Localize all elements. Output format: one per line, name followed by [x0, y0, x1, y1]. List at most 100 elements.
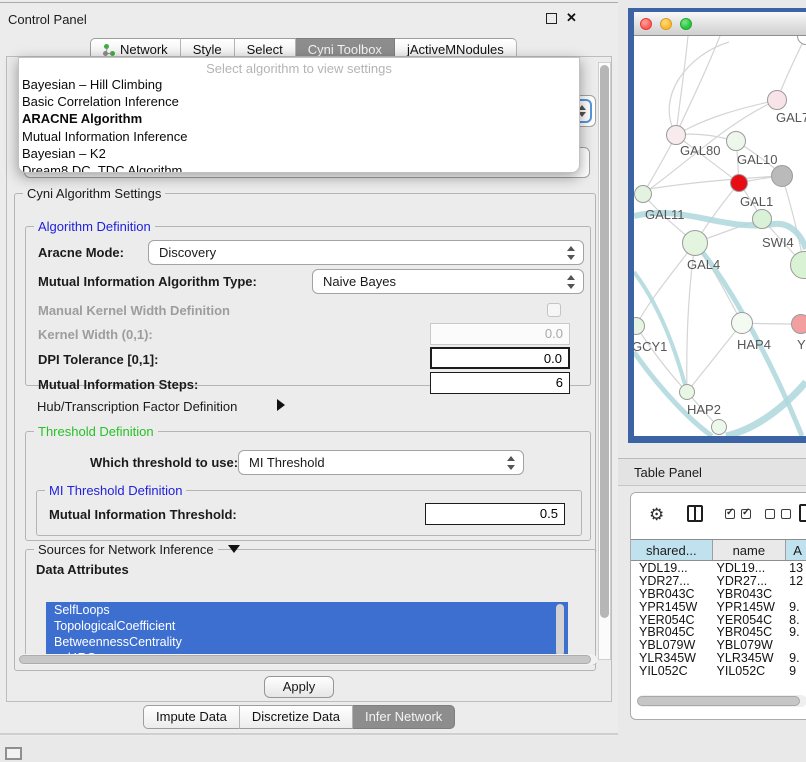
collapsed-panel-icon[interactable] — [5, 747, 22, 760]
dpi-tolerance-label: DPI Tolerance [0,1]: — [38, 352, 158, 367]
network-window-titlebar[interactable] — [634, 12, 806, 36]
table-cell: YER054C — [631, 614, 713, 627]
network-node-hap2[interactable] — [679, 384, 695, 400]
table-cell: YBL079W — [713, 639, 787, 652]
network-node-gal7[interactable] — [767, 90, 787, 110]
table-rows[interactable]: YDL19...YDL19...13YDR27...YDR27...12YBR0… — [631, 562, 806, 680]
algorithm-option[interactable]: Mutual Information Inference — [19, 128, 579, 145]
export-table-icon[interactable] — [799, 504, 806, 522]
node-label: GAL80 — [680, 143, 720, 158]
network-canvas[interactable]: GAL7GAL80GAL10GAL1GAL11GAL4SWI4GCY1HAP4Y… — [634, 36, 806, 436]
table-row[interactable]: YBR045CYBR045C9. — [631, 626, 806, 639]
hub-definition-label[interactable]: Hub/Transcription Factor Definition — [37, 399, 237, 414]
tab-label: jActiveMNodules — [407, 42, 504, 57]
mi-steps-field[interactable]: 6 — [430, 372, 570, 394]
column-header-A[interactable]: A — [786, 540, 806, 560]
list-scrollbar-thumb[interactable] — [556, 604, 564, 656]
gear-icon[interactable]: ⚙ — [649, 505, 664, 525]
table-cell: 8. — [786, 614, 806, 627]
algorithm-definition-title: Algorithm Definition — [34, 219, 155, 234]
network-node-y[interactable] — [791, 314, 806, 334]
table-cell — [786, 588, 806, 601]
zoom-traffic-light[interactable] — [680, 18, 692, 30]
horizontal-scrollbar-thumb[interactable] — [19, 655, 591, 664]
node-label: HAP2 — [687, 402, 721, 417]
close-traffic-light[interactable] — [640, 18, 652, 30]
table-row[interactable]: YBL079WYBL079W — [631, 639, 806, 652]
expand-arrow-icon[interactable] — [277, 399, 285, 411]
tab-label: Discretize Data — [252, 709, 340, 724]
deselect-all-checkbox-icon[interactable] — [765, 509, 775, 519]
mi-algorithm-type-combobox[interactable]: Naive Bayes — [312, 269, 584, 294]
tab-impute-data[interactable]: Impute Data — [143, 705, 240, 729]
algorithm-option[interactable]: ARACNE Algorithm — [19, 110, 579, 127]
minimize-traffic-light[interactable] — [660, 18, 672, 30]
table-toolbar: ⚙ — [631, 493, 806, 539]
apply-button[interactable]: Apply — [264, 676, 334, 698]
algorithm-option[interactable]: Basic Correlation Inference — [19, 93, 579, 110]
which-threshold-label: Which threshold to use: — [90, 455, 238, 470]
table-row[interactable]: YIL052CYIL052C9 — [631, 665, 806, 678]
network-node[interactable] — [730, 174, 748, 192]
attribute-list-item[interactable]: BetweennessCentrality — [46, 634, 568, 650]
table-row[interactable]: YDL19...YDL19...13 — [631, 562, 806, 575]
table-hscroll-thumb[interactable] — [637, 696, 800, 706]
table-cell: YER054C — [713, 614, 787, 627]
network-node-gal80[interactable] — [666, 125, 686, 145]
network-node-gal4[interactable] — [682, 230, 708, 256]
kernel-width-field[interactable]: 0.0 — [430, 323, 570, 345]
algorithm-option[interactable]: Bayesian – K2 — [19, 145, 579, 162]
table-row[interactable]: YPR145WYPR145W9. — [631, 601, 806, 614]
network-node[interactable] — [711, 419, 727, 435]
aracne-mode-label: Aracne Mode: — [38, 245, 124, 260]
deselect-all-checkbox-icon2[interactable] — [781, 509, 791, 519]
tab-infer-network[interactable]: Infer Network — [353, 705, 455, 729]
float-window-icon[interactable] — [546, 13, 557, 24]
node-label: SWI4 — [762, 235, 794, 250]
table-cell: YDR27... — [713, 575, 787, 588]
tab-label: Infer Network — [365, 709, 442, 724]
network-node-gal1[interactable] — [752, 209, 772, 229]
algorithm-option[interactable]: Bayesian – Hill Climbing — [19, 76, 579, 93]
tab-label: Cyni Toolbox — [308, 42, 382, 57]
which-threshold-combobox[interactable]: MI Threshold — [238, 450, 524, 475]
tab-discretize-data[interactable]: Discretize Data — [240, 705, 353, 729]
table-cell: YPR145W — [713, 601, 787, 614]
threshold-definition-group: Threshold Definition Which threshold to … — [25, 431, 591, 541]
attribute-list-item[interactable]: SelfLoops — [46, 602, 568, 618]
panel-scrollbar-thumb[interactable] — [600, 65, 609, 618]
close-icon[interactable]: ✕ — [566, 10, 577, 26]
table-cell: YBL079W — [631, 639, 713, 652]
select-all-checkbox-icon2[interactable] — [741, 509, 751, 519]
manual-kernel-label: Manual Kernel Width Definition — [38, 303, 230, 318]
columns-icon[interactable] — [687, 505, 703, 522]
panel-divider — [0, 2, 618, 3]
table-row[interactable]: YER054CYER054C8. — [631, 614, 806, 627]
table-row[interactable]: YLR345WYLR345W9. — [631, 652, 806, 665]
network-node[interactable] — [771, 165, 793, 187]
algorithm-option[interactable]: Dream8 DC_TDC Algorithm — [19, 162, 579, 173]
table-row[interactable]: YBR043CYBR043C — [631, 588, 806, 601]
network-node-gal11[interactable] — [634, 185, 652, 203]
network-node-gal10[interactable] — [726, 131, 746, 151]
manual-kernel-checkbox[interactable] — [547, 303, 561, 317]
collapse-arrow-icon[interactable] — [228, 545, 240, 553]
aracne-mode-value: Discovery — [149, 245, 563, 260]
table-horizontal-scrollbar[interactable] — [637, 695, 806, 707]
network-node-hap4[interactable] — [731, 312, 753, 334]
table-cell: YIL052C — [631, 665, 713, 678]
aracne-mode-combobox[interactable]: Discovery — [148, 240, 584, 265]
column-header-shared[interactable]: shared... — [631, 540, 713, 560]
column-header-name[interactable]: name — [713, 540, 787, 560]
table-row[interactable]: YDR27...YDR27...12 — [631, 575, 806, 588]
stepper-icon — [563, 273, 579, 291]
horizontal-scrollbar[interactable] — [19, 654, 597, 665]
table-cell: YDL19... — [631, 562, 713, 575]
select-all-checkbox-icon[interactable] — [725, 509, 735, 519]
mi-threshold-definition-title: MI Threshold Definition — [45, 483, 186, 498]
attribute-list-item[interactable]: TopologicalCoefficient — [46, 618, 568, 634]
mi-threshold-field[interactable]: 0.5 — [425, 503, 565, 525]
table-window: ⚙ shared...nameA YDL19...YDL19...13YDR27… — [630, 492, 806, 720]
node-label: GAL1 — [740, 194, 773, 209]
dpi-tolerance-field[interactable]: 0.0 — [430, 347, 570, 369]
